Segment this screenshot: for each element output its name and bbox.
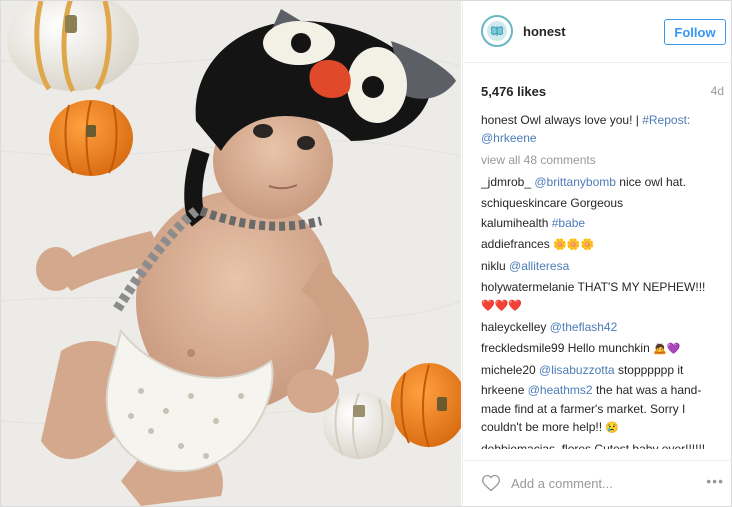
comment-username[interactable]: holywatermelanie <box>481 280 574 294</box>
comment-emoji: 🙇💜 <box>653 342 681 355</box>
caption: honest Owl always love you! | #Repost: @… <box>481 111 727 148</box>
comment-rows: _jdmrob_ @brittanybomb nice owl hat. schi… <box>481 173 727 449</box>
heart-icon[interactable] <box>481 473 501 493</box>
butterfly-logo-icon <box>487 21 507 41</box>
comment-username[interactable]: hrkeene <box>481 383 524 397</box>
more-options-icon[interactable]: ••• <box>706 473 724 489</box>
comment-bar: Add a comment... ••• <box>463 460 731 506</box>
caption-username[interactable]: honest <box>481 113 517 127</box>
baby-owl-hat-photo <box>1 1 461 506</box>
comment-text: Hello munchkin <box>567 340 654 355</box>
comment-row: michele20 @lisabuzzotta stopppppp it <box>481 361 727 379</box>
likes-count[interactable]: 5,476 likes <box>481 84 546 99</box>
comment-mention[interactable]: @alliteresa <box>509 259 569 273</box>
avatar[interactable] <box>481 15 513 47</box>
comment-username[interactable]: michele20 <box>481 363 536 377</box>
comment-mention[interactable]: @lisabuzzotta <box>539 363 615 377</box>
comment-text: Gorgeous <box>570 195 624 210</box>
comment-row: freckledsmile99 Hello munchkin 🙇💜 <box>481 339 727 358</box>
post-age: 4d <box>710 84 724 98</box>
comment-username[interactable]: schiqueskincare <box>481 196 567 210</box>
comment-username[interactable]: addiefrances <box>481 237 550 251</box>
post-username[interactable]: honest <box>523 24 566 39</box>
comment-emoji: 🌼🌼🌼 <box>553 239 595 252</box>
comment-text: THAT'S MY NEPHEW!!! <box>577 279 706 294</box>
caption-mention[interactable]: @hrkeene <box>481 131 537 145</box>
comment-emoji: ❤️❤️❤️ <box>481 300 523 313</box>
comment-username[interactable]: niklu <box>481 259 506 273</box>
comment-row: niklu @alliteresa <box>481 257 727 275</box>
comment-row: addiefrances 🌼🌼🌼 <box>481 235 727 254</box>
comment-mention[interactable]: @theflash42 <box>550 320 618 334</box>
instagram-post-card: honest Follow 5,476 likes 4d honest Owl … <box>0 0 732 507</box>
comment-row: hrkeene @heathms2 the hat was a hand-mad… <box>481 381 727 437</box>
caption-text: Owl always love you! | <box>520 113 643 127</box>
comment-username[interactable]: freckledsmile99 <box>481 341 564 355</box>
comment-username[interactable]: kalumihealth <box>481 216 548 230</box>
comment-mention[interactable]: @brittanybomb <box>534 175 616 189</box>
follow-button[interactable]: Follow <box>664 19 726 45</box>
comment-text: stopppppp it <box>614 362 684 377</box>
comment-text: nice owl hat. <box>615 174 686 189</box>
comment-mention[interactable]: #babe <box>552 216 585 230</box>
view-all-comments-link[interactable]: view all 48 comments <box>481 151 727 169</box>
caption-hashtag[interactable]: #Repost: <box>642 113 690 127</box>
post-header: honest Follow <box>463 1 731 63</box>
comment-username[interactable]: haleyckelley <box>481 320 546 334</box>
comment-username[interactable]: debbiemacias_flores <box>481 442 591 449</box>
post-photo[interactable] <box>1 1 461 506</box>
comments-list[interactable]: honest Owl always love you! | #Repost: @… <box>481 111 727 449</box>
comment-row: _jdmrob_ @brittanybomb nice owl hat. <box>481 173 727 191</box>
comment-username[interactable]: _jdmrob_ <box>481 175 531 189</box>
comment-row: holywatermelanie THAT'S MY NEPHEW!!! ❤️❤… <box>481 278 727 316</box>
add-comment-input[interactable]: Add a comment... <box>511 476 613 491</box>
comment-row: kalumihealth #babe <box>481 214 727 232</box>
comment-mention[interactable]: @heathms2 <box>528 383 593 397</box>
comment-row: schiqueskincare Gorgeous <box>481 194 727 212</box>
comment-emoji: 😢 <box>605 421 620 434</box>
comment-text: Cutest baby ever!!!!!! <box>594 441 709 449</box>
post-sidebar: honest Follow 5,476 likes 4d honest Owl … <box>462 1 731 506</box>
comment-row: debbiemacias_flores Cutest baby ever!!!!… <box>481 440 727 449</box>
comment-row: haleyckelley @theflash42 <box>481 318 727 336</box>
